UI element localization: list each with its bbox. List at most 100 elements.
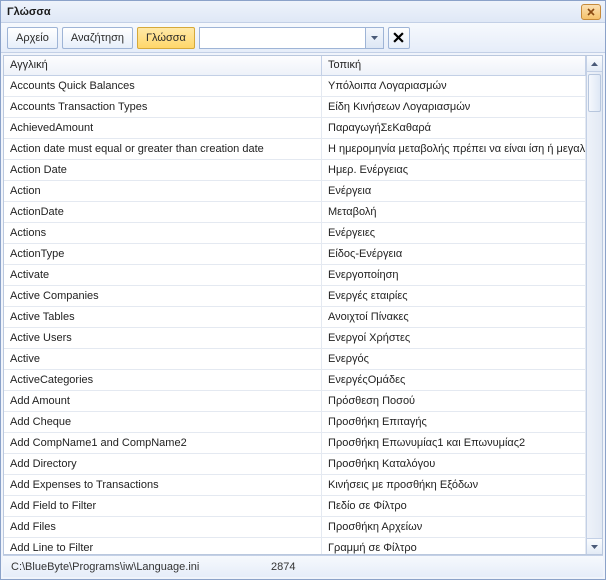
cell-english[interactable]: ActionDate — [4, 202, 322, 222]
cell-local[interactable]: Κινήσεις με προσθήκη Εξόδων — [322, 475, 586, 495]
table-row[interactable]: Add ChequeΠροσθήκη Επιταγής — [4, 412, 586, 433]
cell-english[interactable]: Action — [4, 181, 322, 201]
cell-english[interactable]: Accounts Transaction Types — [4, 97, 322, 117]
cell-local-text: Ενεργός — [328, 353, 369, 365]
translation-grid[interactable]: Αγγλική Τοπική Accounts Quick BalancesΥπ… — [4, 56, 586, 554]
cell-local[interactable]: Ενεργοποίηση — [322, 265, 586, 285]
cell-local[interactable]: Ενεργές εταιρίες — [322, 286, 586, 306]
cell-english[interactable]: Active Tables — [4, 307, 322, 327]
cell-english[interactable]: Active — [4, 349, 322, 369]
table-row[interactable]: ActionΕνέργεια — [4, 181, 586, 202]
filter-dropdown-button[interactable] — [365, 28, 383, 48]
cell-english[interactable]: Active Users — [4, 328, 322, 348]
cell-local-text: Ενεργές εταιρίες — [328, 290, 408, 302]
cell-english[interactable]: Accounts Quick Balances — [4, 76, 322, 96]
cell-english[interactable]: Add CompName1 and CompName2 — [4, 433, 322, 453]
cell-english[interactable]: Add Field to Filter — [4, 496, 322, 516]
table-row[interactable]: Accounts Quick BalancesΥπόλοιπα Λογαριασ… — [4, 76, 586, 97]
cell-local[interactable]: Ενεργοί Χρήστες — [322, 328, 586, 348]
scroll-thumb[interactable] — [588, 74, 601, 112]
cell-english[interactable]: Add Cheque — [4, 412, 322, 432]
grid-header: Αγγλική Τοπική — [4, 56, 586, 76]
cell-english[interactable]: Action Date — [4, 160, 322, 180]
table-row[interactable]: Add FilesΠροσθήκη Αρχείων — [4, 517, 586, 538]
cell-english[interactable]: Action date must equal or greater than c… — [4, 139, 322, 159]
vertical-scrollbar[interactable] — [586, 56, 602, 554]
search-button[interactable]: Αναζήτηση — [62, 27, 133, 49]
table-row[interactable]: Add Field to Filter Πεδίο σε Φίλτρο — [4, 496, 586, 517]
table-row[interactable]: Add Directory Προσθήκη Καταλόγου — [4, 454, 586, 475]
language-button[interactable]: Γλώσσα — [137, 27, 195, 49]
cell-english[interactable]: ActiveCategories — [4, 370, 322, 390]
close-button[interactable] — [581, 4, 601, 20]
cell-local[interactable]: Είδη Κινήσεων Λογαριασμών — [322, 97, 586, 117]
column-header-english[interactable]: Αγγλική — [4, 56, 322, 75]
cell-english[interactable]: Add Directory — [4, 454, 322, 474]
cell-english[interactable]: AchievedAmount — [4, 118, 322, 138]
cell-english[interactable]: Actions — [4, 223, 322, 243]
cell-english[interactable]: Add Amount — [4, 391, 322, 411]
cell-local[interactable]: Ενεργός — [322, 349, 586, 369]
table-row[interactable]: ActionType Είδος-Ενέργεια — [4, 244, 586, 265]
cell-english[interactable]: Add Line to Filter — [4, 538, 322, 554]
cell-local[interactable]: Ενέργειες — [322, 223, 586, 243]
cell-local[interactable]: Πεδίο σε Φίλτρο — [322, 496, 586, 516]
cell-local[interactable]: Πρόσθεση Ποσού — [322, 391, 586, 411]
titlebar: Γλώσσα — [1, 1, 605, 23]
cell-local-text: Η ημερομηνία μεταβολής πρέπει να είναι ί… — [328, 143, 586, 155]
cell-local-text: Πεδίο σε Φίλτρο — [328, 500, 407, 512]
filter-combo[interactable] — [199, 27, 384, 49]
cell-english-text: Add Directory — [10, 458, 77, 470]
cell-local[interactable]: Προσθήκη Αρχείων — [322, 517, 586, 537]
table-row[interactable]: AchievedAmount ΠαραγωγήΣεΚαθαρά — [4, 118, 586, 139]
table-row[interactable]: ActionDateΜεταβολή — [4, 202, 586, 223]
cell-local[interactable]: Γραμμή σε Φίλτρο — [322, 538, 586, 554]
table-row[interactable]: ActiveCategoriesΕνεργέςΟμάδες — [4, 370, 586, 391]
clear-filter-button[interactable] — [388, 27, 410, 49]
table-row[interactable]: ActionsΕνέργειες — [4, 223, 586, 244]
filter-input[interactable] — [200, 28, 365, 48]
table-row[interactable]: Add CompName1 and CompName2 Προσθήκη Επων… — [4, 433, 586, 454]
cell-local-text: Προσθήκη Επωνυμίας1 και Επωνυμίας2 — [328, 437, 525, 449]
cell-local[interactable]: Προσθήκη Καταλόγου — [322, 454, 586, 474]
table-row[interactable]: Add Expenses to TransactionsΚινήσεις με … — [4, 475, 586, 496]
table-row[interactable]: Action date must equal or greater than c… — [4, 139, 586, 160]
cell-english-text: ActionType — [10, 248, 64, 260]
cell-english[interactable]: Activate — [4, 265, 322, 285]
cell-local[interactable]: Ανοιχτοί Πίνακες — [322, 307, 586, 327]
cell-local[interactable]: Είδος-Ενέργεια — [322, 244, 586, 264]
cell-local-text: Ημερ. Ενέργειας — [328, 164, 408, 176]
cell-local[interactable]: Ημερ. Ενέργειας — [322, 160, 586, 180]
cell-local[interactable]: Προσθήκη Επιταγής — [322, 412, 586, 432]
cell-local[interactable]: Ενέργεια — [322, 181, 586, 201]
scroll-track[interactable] — [587, 72, 602, 538]
cell-english[interactable]: Active Companies — [4, 286, 322, 306]
cell-local[interactable]: ΕνεργέςΟμάδες — [322, 370, 586, 390]
file-button[interactable]: Αρχείο — [7, 27, 58, 49]
table-row[interactable]: Add Amount Πρόσθεση Ποσού — [4, 391, 586, 412]
cell-local[interactable]: Προσθήκη Επωνυμίας1 και Επωνυμίας2 — [322, 433, 586, 453]
cell-local-text: Πρόσθεση Ποσού — [328, 395, 415, 407]
scroll-down-button[interactable] — [587, 538, 602, 554]
table-row[interactable]: Active TablesΑνοιχτοί Πίνακες — [4, 307, 586, 328]
scroll-up-button[interactable] — [587, 56, 602, 72]
table-row[interactable]: Accounts Transaction Types Είδη Κινήσεων … — [4, 97, 586, 118]
table-row[interactable]: Active UsersΕνεργοί Χρήστες — [4, 328, 586, 349]
cell-local[interactable]: Η ημερομηνία μεταβολής πρέπει να είναι ί… — [322, 139, 586, 159]
cell-english[interactable]: ActionType — [4, 244, 322, 264]
cell-local[interactable]: Μεταβολή — [322, 202, 586, 222]
cell-local-text: ΠαραγωγήΣεΚαθαρά — [328, 122, 431, 134]
grid-body[interactable]: Accounts Quick BalancesΥπόλοιπα Λογαριασ… — [4, 76, 586, 554]
table-row[interactable]: Active Companies Ενεργές εταιρίες — [4, 286, 586, 307]
table-row[interactable]: Action Date Ημερ. Ενέργειας — [4, 160, 586, 181]
cell-english-text: Action Date — [10, 164, 67, 176]
cell-local[interactable]: Υπόλοιπα Λογαριασμών — [322, 76, 586, 96]
table-row[interactable]: ActivateΕνεργοποίηση — [4, 265, 586, 286]
cell-english-text: Accounts Transaction Types — [10, 101, 147, 113]
table-row[interactable]: Active Ενεργός — [4, 349, 586, 370]
cell-local[interactable]: ΠαραγωγήΣεΚαθαρά — [322, 118, 586, 138]
column-header-local[interactable]: Τοπική — [322, 56, 586, 75]
table-row[interactable]: Add Line to FilterΓραμμή σε Φίλτρο — [4, 538, 586, 554]
cell-english[interactable]: Add Files — [4, 517, 322, 537]
cell-english[interactable]: Add Expenses to Transactions — [4, 475, 322, 495]
